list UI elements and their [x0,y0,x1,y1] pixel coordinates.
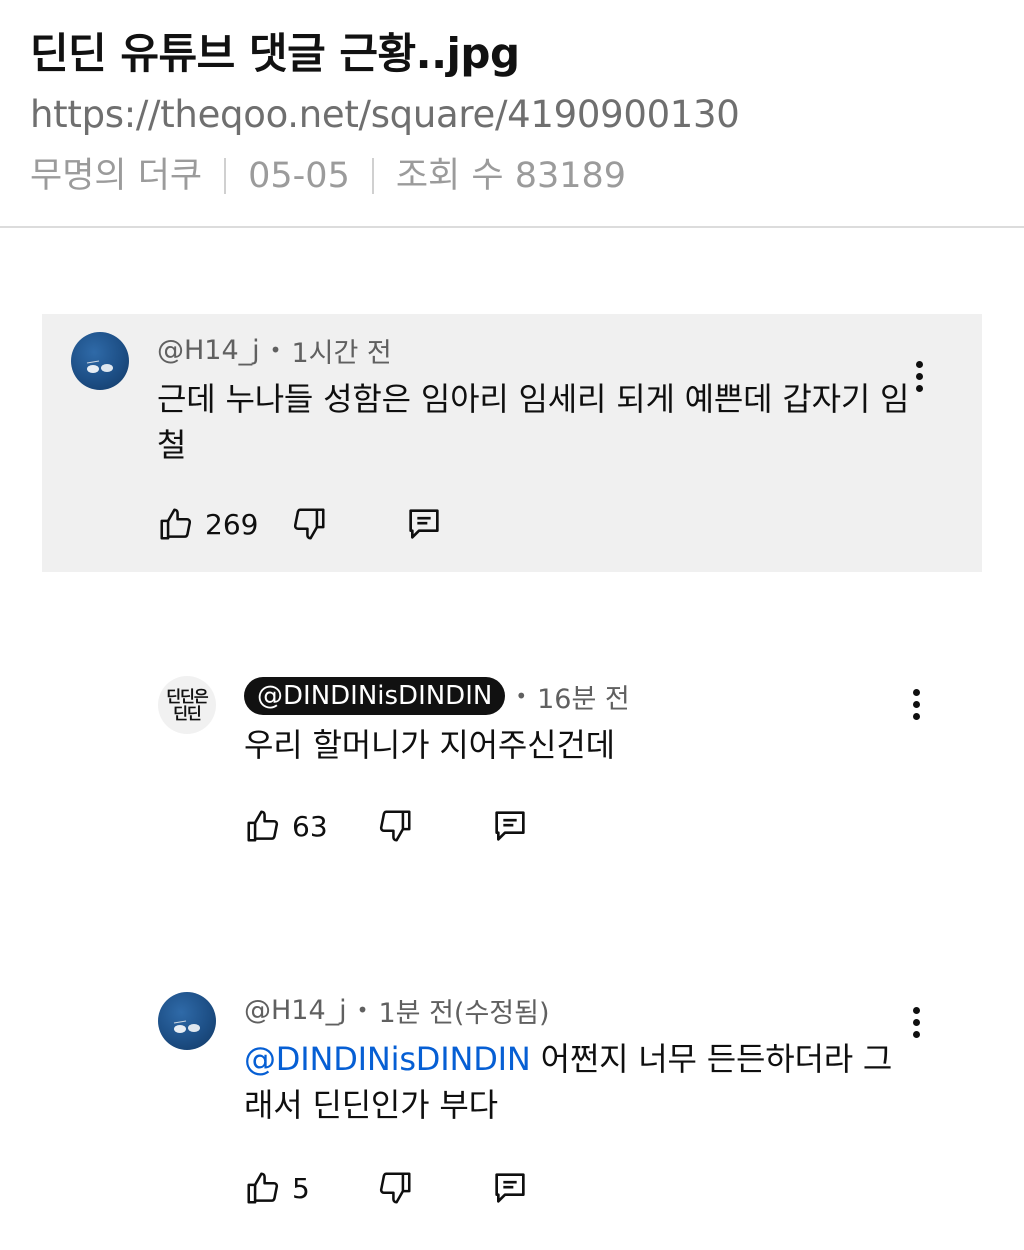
comment-handle[interactable]: @H14_j [157,335,260,366]
post-meta: 무명의 더쿠 05-05 조회 수 83189 [30,152,994,200]
comment-actions: 63 [244,804,938,848]
comment-time: 1분 전(수정됨) [378,997,550,1029]
separator-dot: • [356,998,369,1022]
kebab-menu-icon[interactable] [906,686,926,722]
kebab-menu-icon[interactable] [909,358,929,394]
thumbs-down-icon [379,1172,411,1204]
like-count: 5 [292,1171,310,1205]
reply-comment-icon [409,509,440,539]
comment-actions: 5 [244,1166,938,1210]
meta-divider [224,158,227,194]
reply-button[interactable] [490,1168,530,1208]
comment-time: 1시간 전 [291,337,392,369]
header-divider [0,226,1024,228]
comment-item: 딘딘은 딘딘 @DINDINisDINDIN • 16분 전 우리 할머니가 지… [158,676,938,856]
like-button[interactable]: 269 [157,505,258,543]
like-button[interactable]: 5 [244,1169,344,1207]
comment-text: 우리 할머니가 지어주신건데 [244,726,615,764]
comment-text: 근데 누나들 성함은 임아리 임세리 되게 예쁜데 갑자기 임철 [157,380,910,464]
like-count: 269 [205,507,259,541]
mention-link[interactable]: @DINDINisDINDIN [244,1040,531,1078]
thumbs-down-icon [294,508,325,540]
thumbs-up-icon [247,1172,279,1204]
reply-comment-icon [495,1173,525,1203]
comment-header: @H14_j • 1분 전(수정됨) [244,990,938,1030]
post-url[interactable]: https://theqoo.net/square/4190900130 [30,90,994,140]
kebab-menu-icon[interactable] [906,1004,926,1040]
channel-logo-text: 딘딘은 딘딘 [166,687,208,723]
avatar[interactable] [158,992,216,1050]
like-count: 63 [292,809,328,843]
meta-divider [371,158,374,194]
comment-item: @H14_j • 1분 전(수정됨) @DINDINisDINDIN 어쩐지 너… [158,990,938,1230]
comment-header: @H14_j • 1시간 전 [157,330,982,370]
comment-handle[interactable]: @H14_j [244,995,347,1026]
comment-item: @H14_j • 1시간 전 근데 누나들 성함은 임아리 임세리 되게 예쁜데… [42,314,982,572]
post-title: 딘딘 유튜브 댓글 근황..jpg [30,29,520,78]
reply-button[interactable] [490,806,530,846]
dislike-button[interactable] [376,1169,414,1207]
avatar[interactable] [71,332,129,390]
post-views: 조회 수 83189 [395,156,627,196]
comment-header: @DINDINisDINDIN • 16분 전 [244,676,938,716]
comment-actions: 269 [157,502,982,546]
reply-button[interactable] [404,504,444,544]
comment-body: @H14_j • 1시간 전 근데 누나들 성함은 임아리 임세리 되게 예쁜데… [157,330,982,572]
dislike-button[interactable] [290,505,328,543]
sea-bird-avatar-icon [86,360,113,373]
sea-bird-avatar-icon [173,1020,200,1033]
creator-handle-badge[interactable]: @DINDINisDINDIN [244,677,506,715]
thumbs-up-icon [160,508,192,540]
post-date: 05-05 [248,156,350,196]
comment-body: @H14_j • 1분 전(수정됨) @DINDINisDINDIN 어쩐지 너… [244,990,938,1230]
avatar[interactable]: 딘딘은 딘딘 [158,676,216,734]
comment-text: @DINDINisDINDIN 어쩐지 너무 든든하더라 그래서 딘딘인가 부다 [244,1036,894,1128]
separator-dot: • [269,338,282,362]
reply-comment-icon [495,811,525,841]
post-header: 딘딘 유튜브 댓글 근황..jpg https://theqoo.net/squ… [30,26,994,200]
thumbs-up-icon [247,810,279,842]
post-author[interactable]: 무명의 더쿠 [30,152,202,200]
dislike-button[interactable] [376,807,414,845]
like-button[interactable]: 63 [244,807,344,845]
thumbs-down-icon [379,810,411,842]
separator-dot: • [515,684,528,708]
comment-time: 16분 전 [537,683,630,715]
comment-body: @DINDINisDINDIN • 16분 전 우리 할머니가 지어주신건데 6… [244,676,938,856]
